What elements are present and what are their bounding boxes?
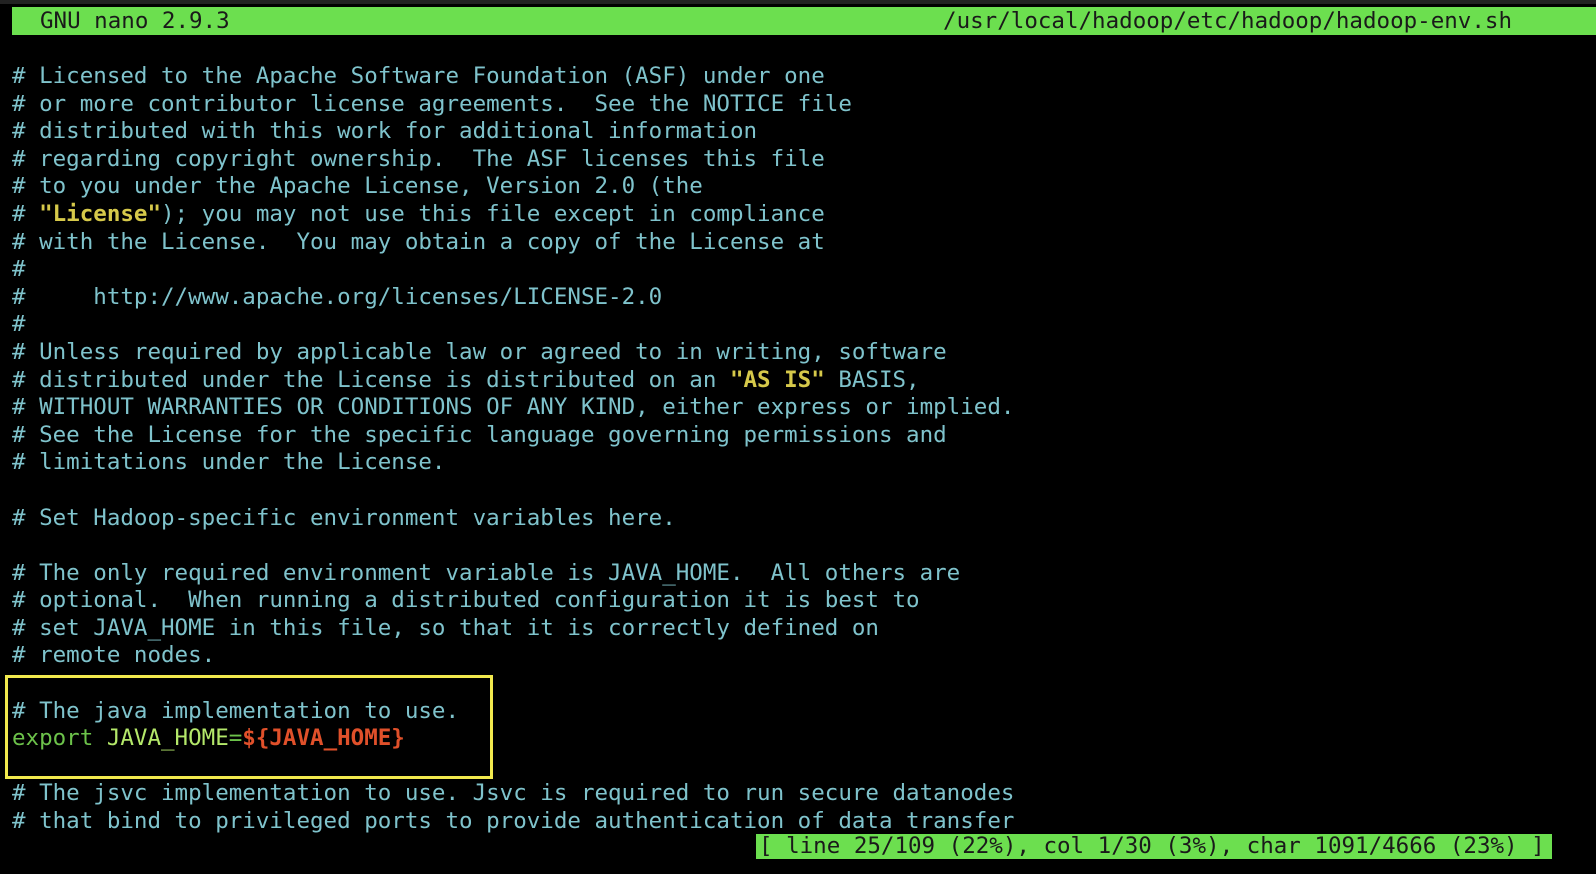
export-keyword: export	[12, 725, 94, 752]
variable-name: JAVA_HOME	[106, 725, 229, 752]
code-line[interactable]	[12, 532, 1582, 560]
code-line[interactable]: # The only required environment variable…	[12, 560, 1582, 588]
code-line[interactable]: # Set Hadoop-specific environment variab…	[12, 505, 1582, 533]
code-line[interactable]: # or more contributor license agreements…	[12, 91, 1582, 119]
comment-prefix: #	[12, 200, 40, 227]
code-line[interactable]	[12, 753, 1582, 781]
variable-expansion: ${JAVA_HOME}	[242, 725, 405, 752]
editor-text-area[interactable]: # Licensed to the Apache Software Founda…	[12, 63, 1582, 836]
code-line[interactable]: # that bind to privileged ports to provi…	[12, 808, 1582, 836]
code-line[interactable]: # Licensed to the Apache Software Founda…	[12, 63, 1582, 91]
code-line[interactable]: #	[12, 311, 1582, 339]
code-line[interactable]: #	[12, 256, 1582, 284]
comment-text: BASIS,	[824, 366, 920, 393]
string-literal: "License"	[39, 200, 162, 227]
code-line[interactable]	[12, 670, 1582, 698]
assignment-operator: =	[228, 725, 243, 752]
code-line-export[interactable]: export JAVA_HOME=${JAVA_HOME}	[12, 725, 1582, 753]
window-top-edge	[0, 0, 1596, 4]
nano-title-bar: GNU nano 2.9.3 /usr/local/hadoop/etc/had…	[12, 7, 1596, 35]
comment-text: # distributed under the License is distr…	[12, 366, 730, 393]
code-line[interactable]: # distributed with this work for additio…	[12, 118, 1582, 146]
comment-text: ); you may not use this file except in c…	[161, 200, 825, 227]
code-line[interactable]: # regarding copyright ownership. The ASF…	[12, 146, 1582, 174]
code-line[interactable]: # "License"); you may not use this file …	[12, 201, 1582, 229]
code-line[interactable]: # http://www.apache.org/licenses/LICENSE…	[12, 284, 1582, 312]
code-line[interactable]	[12, 477, 1582, 505]
code-line[interactable]: # to you under the Apache License, Versi…	[12, 173, 1582, 201]
app-version-label: GNU nano 2.9.3	[40, 8, 230, 34]
code-line[interactable]: # remote nodes.	[12, 642, 1582, 670]
cursor-position-status: [ line 25/109 (22%), col 1/30 (3%), char…	[756, 834, 1552, 859]
code-line[interactable]: # set JAVA_HOME in this file, so that it…	[12, 615, 1582, 643]
code-line[interactable]: # The jsvc implementation to use. Jsvc i…	[12, 780, 1582, 808]
string-literal: "AS IS"	[729, 366, 825, 393]
code-line[interactable]: # optional. When running a distributed c…	[12, 587, 1582, 615]
code-line[interactable]: # See the License for the specific langu…	[12, 422, 1582, 450]
code-line[interactable]: # limitations under the License.	[12, 449, 1582, 477]
code-line[interactable]: # WITHOUT WARRANTIES OR CONDITIONS OF AN…	[12, 394, 1582, 422]
file-path-label: /usr/local/hadoop/etc/hadoop/hadoop-env.…	[943, 8, 1512, 34]
code-line[interactable]: # The java implementation to use.	[12, 698, 1582, 726]
code-line[interactable]: # distributed under the License is distr…	[12, 367, 1582, 395]
code-line[interactable]: # Unless required by applicable law or a…	[12, 339, 1582, 367]
code-line[interactable]: # with the License. You may obtain a cop…	[12, 229, 1582, 257]
